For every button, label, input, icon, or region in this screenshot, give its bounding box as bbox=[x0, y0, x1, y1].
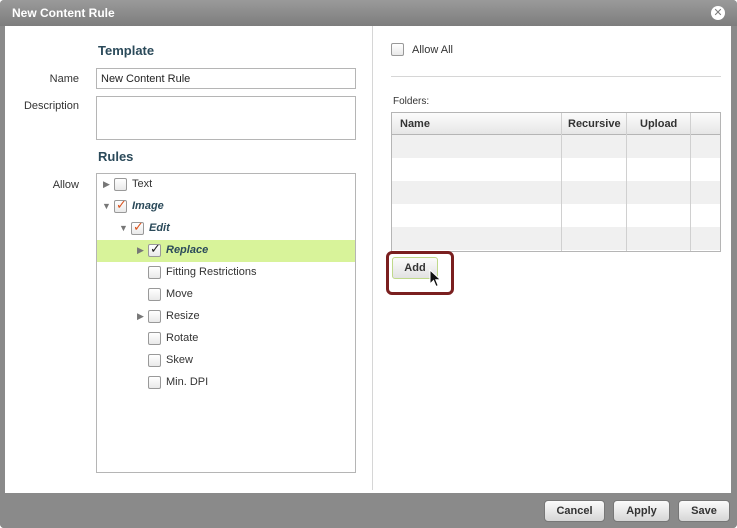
tree-item-min-dpi[interactable]: Min. DPI bbox=[97, 372, 355, 394]
tree-item-fitting-restrictions[interactable]: Fitting Restrictions bbox=[97, 262, 355, 284]
mouse-pointer-icon bbox=[429, 269, 442, 288]
column-header-name[interactable]: Name bbox=[400, 118, 430, 130]
tree-item-image[interactable]: ▼ ✓ Image bbox=[97, 196, 355, 218]
column-header-upload[interactable]: Upload bbox=[640, 118, 677, 130]
allow-all-label: Allow All bbox=[412, 44, 453, 56]
allow-label: Allow bbox=[52, 179, 79, 191]
cancel-button[interactable]: Cancel bbox=[544, 500, 605, 522]
tree-item-replace[interactable]: ▶ ✓ Replace bbox=[97, 240, 355, 262]
move-checkbox[interactable] bbox=[148, 288, 161, 301]
tree-item-label: Resize bbox=[166, 310, 200, 322]
panel-divider bbox=[372, 26, 373, 490]
column-divider bbox=[690, 113, 691, 251]
tree-item-label: Skew bbox=[166, 354, 193, 366]
description-input[interactable] bbox=[96, 96, 356, 140]
table-header: Name Recursive Upload bbox=[392, 113, 720, 135]
folders-table[interactable]: Name Recursive Upload bbox=[391, 112, 721, 252]
new-content-rule-dialog: New Content Rule ✕ Template Name Descrip… bbox=[0, 0, 737, 528]
section-divider bbox=[391, 76, 721, 77]
tree-item-label: Text bbox=[132, 178, 153, 190]
tree-item-label: Move bbox=[166, 288, 193, 300]
check-icon: ✓ bbox=[150, 241, 161, 256]
table-row bbox=[392, 204, 720, 227]
description-label: Description bbox=[23, 100, 79, 112]
fitting-restrictions-checkbox[interactable] bbox=[148, 266, 161, 279]
title-bar[interactable]: New Content Rule ✕ bbox=[0, 0, 737, 26]
folders-label: Folders: bbox=[393, 96, 430, 107]
edit-checkbox[interactable]: ✓ bbox=[131, 219, 144, 235]
template-heading: Template bbox=[98, 43, 155, 58]
check-icon: ✓ bbox=[133, 219, 144, 234]
text-checkbox[interactable] bbox=[114, 178, 127, 191]
tree-item-label: Edit bbox=[149, 222, 170, 234]
column-header-recursive[interactable]: Recursive bbox=[568, 118, 621, 130]
tree-item-edit[interactable]: ▼ ✓ Edit bbox=[97, 218, 355, 240]
tree-item-label: Image bbox=[132, 200, 164, 212]
name-label: Name bbox=[49, 73, 79, 85]
rules-heading: Rules bbox=[98, 149, 134, 164]
column-divider bbox=[626, 113, 627, 251]
table-row bbox=[392, 158, 720, 181]
tree-item-label: Min. DPI bbox=[166, 376, 209, 388]
tree-item-move[interactable]: Move bbox=[97, 284, 355, 306]
table-row bbox=[392, 227, 720, 250]
name-input[interactable] bbox=[96, 68, 356, 89]
tree-item-label: Rotate bbox=[166, 332, 199, 344]
tree-item-label: Replace bbox=[166, 244, 209, 256]
rotate-checkbox[interactable] bbox=[148, 332, 161, 345]
min-dpi-checkbox[interactable] bbox=[148, 376, 161, 389]
resize-checkbox[interactable] bbox=[148, 310, 161, 323]
table-row bbox=[392, 181, 720, 204]
tree-item-resize[interactable]: ▶ Resize bbox=[97, 306, 355, 328]
check-icon: ✓ bbox=[116, 197, 127, 212]
apply-button[interactable]: Apply bbox=[613, 500, 670, 522]
table-row bbox=[392, 135, 720, 158]
image-checkbox[interactable]: ✓ bbox=[114, 197, 127, 213]
skew-checkbox[interactable] bbox=[148, 354, 161, 367]
save-button[interactable]: Save bbox=[678, 500, 730, 522]
close-icon[interactable]: ✕ bbox=[711, 6, 725, 20]
replace-checkbox[interactable]: ✓ bbox=[148, 241, 161, 257]
tree-item-label: Fitting Restrictions bbox=[166, 266, 257, 278]
allow-all-checkbox[interactable] bbox=[391, 43, 404, 56]
column-divider bbox=[561, 113, 562, 251]
tree-item-rotate[interactable]: Rotate bbox=[97, 328, 355, 350]
tree-item-text[interactable]: ▶ Text bbox=[97, 174, 355, 196]
tree-item-skew[interactable]: Skew bbox=[97, 350, 355, 372]
rules-tree[interactable]: ▶ Text ▼ ✓ Image ▼ ✓ Edit ▶ ✓ Replace Fi… bbox=[96, 173, 356, 473]
dialog-title: New Content Rule bbox=[12, 6, 115, 20]
